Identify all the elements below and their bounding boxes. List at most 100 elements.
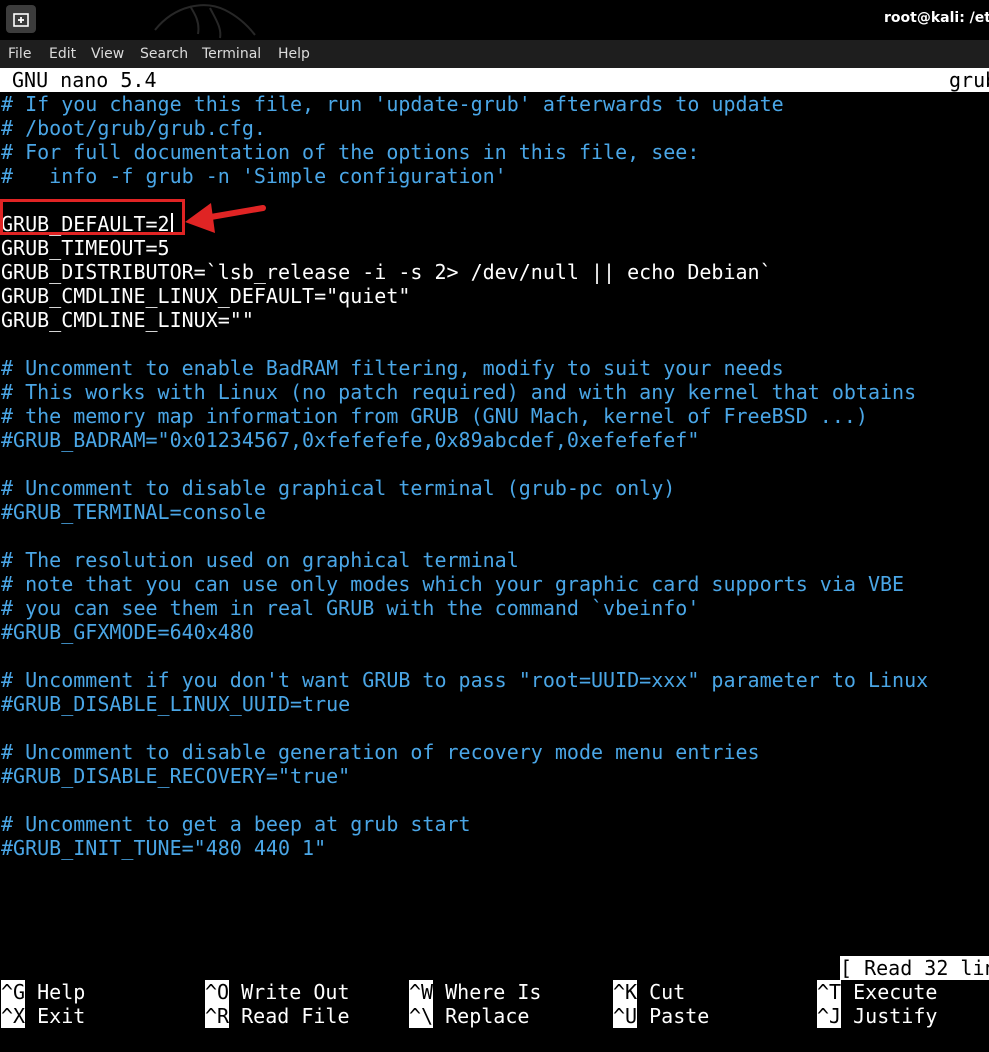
shortcut-execute[interactable]: ^T Execute xyxy=(817,980,937,1004)
comment-line[interactable]: # If you change this file, run 'update-g… xyxy=(1,92,989,116)
line-text: #GRUB_GFXMODE=640x480 xyxy=(1,620,254,644)
shortcut-where-is[interactable]: ^W Where Is xyxy=(409,980,541,1004)
config-line[interactable] xyxy=(1,524,989,548)
kali-dragon-icon xyxy=(154,4,256,39)
line-text: # Uncomment if you don't want GRUB to pa… xyxy=(1,668,929,692)
line-text: #GRUB_INIT_TUNE="480 440 1" xyxy=(1,836,327,860)
menu-view[interactable]: View xyxy=(91,46,124,62)
comment-line[interactable]: #GRUB_DISABLE_RECOVERY="true" xyxy=(1,764,989,788)
line-text: # you can see them in real GRUB with the… xyxy=(1,596,700,620)
status-message: [ Read 32 lin xyxy=(840,956,989,980)
comment-line[interactable]: # For full documentation of the options … xyxy=(1,140,989,164)
shortcut-label: Cut xyxy=(649,980,686,1004)
line-text: # note that you can use only modes which… xyxy=(1,572,905,596)
comment-line[interactable]: #GRUB_GFXMODE=640x480 xyxy=(1,620,989,644)
shortcut-key: ^X xyxy=(1,1004,26,1028)
comment-line[interactable]: # Uncomment to enable BadRAM filtering, … xyxy=(1,356,989,380)
shortcut-label: Execute xyxy=(853,980,938,1004)
comment-line[interactable]: # Uncomment to disable generation of rec… xyxy=(1,740,989,764)
line-text: #GRUB_TERMINAL=console xyxy=(1,500,266,524)
shortcut-label: Where Is xyxy=(445,980,542,1004)
config-line[interactable]: GRUB_CMDLINE_LINUX_DEFAULT="quiet" xyxy=(1,284,989,308)
shortcut-key: ^T xyxy=(817,980,842,1004)
shortcut-key: ^G xyxy=(1,980,26,1004)
shortcut-key: ^O xyxy=(205,980,230,1004)
line-text: # Uncomment to enable BadRAM filtering, … xyxy=(1,356,784,380)
comment-line[interactable]: #GRUB_INIT_TUNE="480 440 1" xyxy=(1,836,989,860)
shortcut-key: ^J xyxy=(817,1004,842,1028)
terminal-area[interactable]: GNU nano 5.4 grub # If you change this f… xyxy=(0,68,989,1052)
shortcut-write-out[interactable]: ^O Write Out xyxy=(205,980,350,1004)
comment-line[interactable]: # Uncomment to get a beep at grub start xyxy=(1,812,989,836)
shortcut-read-file[interactable]: ^R Read File xyxy=(205,1004,350,1028)
comment-line[interactable]: # This works with Linux (no patch requir… xyxy=(1,380,989,404)
shortcut-replace[interactable]: ^\ Replace xyxy=(409,1004,529,1028)
shortcut-key: ^W xyxy=(409,980,434,1004)
menu-file[interactable]: File xyxy=(8,46,31,62)
menu-terminal[interactable]: Terminal xyxy=(202,46,261,62)
shortcut-label: Help xyxy=(37,980,86,1004)
comment-line[interactable]: # The resolution used on graphical termi… xyxy=(1,548,989,572)
nano-title-bar: GNU nano 5.4 grub xyxy=(0,68,989,92)
window-titlebar[interactable]: root@kali: /etc/ xyxy=(0,0,989,40)
config-line[interactable] xyxy=(1,644,989,668)
line-text: # For full documentation of the options … xyxy=(1,140,700,164)
shortcut-help[interactable]: ^G Help xyxy=(1,980,85,1004)
line-text: # info -f grub -n 'Simple configuration' xyxy=(1,164,507,188)
line-text: # the memory map information from GRUB (… xyxy=(1,404,868,428)
shortcut-paste[interactable]: ^U Paste xyxy=(613,1004,709,1028)
comment-line[interactable]: # you can see them in real GRUB with the… xyxy=(1,596,989,620)
new-tab-button[interactable] xyxy=(6,5,36,33)
comment-line[interactable]: # /boot/grub/grub.cfg. xyxy=(1,116,989,140)
line-text: # If you change this file, run 'update-g… xyxy=(1,92,784,116)
shortcut-key: ^K xyxy=(613,980,638,1004)
highlight-box xyxy=(0,199,185,235)
config-line[interactable]: GRUB_CMDLINE_LINUX="" xyxy=(1,308,989,332)
nano-filename: grub xyxy=(949,68,989,92)
nano-version: GNU nano 5.4 xyxy=(12,68,157,92)
menu-bar: File Edit View Search Terminal Help xyxy=(0,40,989,68)
config-line[interactable] xyxy=(1,788,989,812)
shortcut-key: ^R xyxy=(205,1004,230,1028)
menu-help[interactable]: Help xyxy=(278,46,310,62)
shortcut-label: Justify xyxy=(853,1004,938,1028)
config-line[interactable] xyxy=(1,452,989,476)
shortcut-bar: ^G Help ^O Write Out ^W Where Is ^K Cut … xyxy=(0,980,989,1028)
line-text: GRUB_TIMEOUT=5 xyxy=(1,236,170,260)
shortcut-label: Write Out xyxy=(241,980,350,1004)
line-text: GRUB_CMDLINE_LINUX_DEFAULT="quiet" xyxy=(1,284,411,308)
shortcut-exit[interactable]: ^X Exit xyxy=(1,1004,85,1028)
line-text: # Uncomment to disable graphical termina… xyxy=(1,476,676,500)
comment-line[interactable]: #GRUB_BADRAM="0x01234567,0xfefefefe,0x89… xyxy=(1,428,989,452)
red-arrow-icon xyxy=(185,203,266,233)
line-text: # Uncomment to disable generation of rec… xyxy=(1,740,760,764)
menu-edit[interactable]: Edit xyxy=(49,46,76,62)
line-text: # Uncomment to get a beep at grub start xyxy=(1,812,471,836)
shortcut-label: Read File xyxy=(241,1004,350,1028)
line-text: # This works with Linux (no patch requir… xyxy=(1,380,917,404)
comment-line[interactable]: # the memory map information from GRUB (… xyxy=(1,404,989,428)
shortcut-cut[interactable]: ^K Cut xyxy=(613,980,685,1004)
config-line[interactable] xyxy=(1,716,989,740)
line-text: # The resolution used on graphical termi… xyxy=(1,548,519,572)
comment-line[interactable]: #GRUB_DISABLE_LINUX_UUID=true xyxy=(1,692,989,716)
comment-line[interactable]: # Uncomment to disable graphical termina… xyxy=(1,476,989,500)
new-tab-icon xyxy=(13,13,29,27)
shortcut-label: Paste xyxy=(649,1004,710,1028)
line-text: GRUB_CMDLINE_LINUX="" xyxy=(1,308,254,332)
line-text: #GRUB_BADRAM="0x01234567,0xfefefefe,0x89… xyxy=(1,428,700,452)
comment-line[interactable]: #GRUB_TERMINAL=console xyxy=(1,500,989,524)
window-title: root@kali: /etc/ xyxy=(884,10,989,26)
menu-search[interactable]: Search xyxy=(140,46,188,62)
comment-line[interactable]: # Uncomment if you don't want GRUB to pa… xyxy=(1,668,989,692)
comment-line[interactable]: # note that you can use only modes which… xyxy=(1,572,989,596)
shortcut-key: ^U xyxy=(613,1004,638,1028)
line-text: #GRUB_DISABLE_LINUX_UUID=true xyxy=(1,692,351,716)
shortcut-justify[interactable]: ^J Justify xyxy=(817,1004,937,1028)
line-text: # /boot/grub/grub.cfg. xyxy=(1,116,266,140)
config-line[interactable]: GRUB_TIMEOUT=5 xyxy=(1,236,989,260)
config-line[interactable] xyxy=(1,332,989,356)
comment-line[interactable]: # info -f grub -n 'Simple configuration' xyxy=(1,164,989,188)
config-line[interactable]: GRUB_DISTRIBUTOR=`lsb_release -i -s 2> /… xyxy=(1,260,989,284)
line-text: GRUB_DISTRIBUTOR=`lsb_release -i -s 2> /… xyxy=(1,260,772,284)
